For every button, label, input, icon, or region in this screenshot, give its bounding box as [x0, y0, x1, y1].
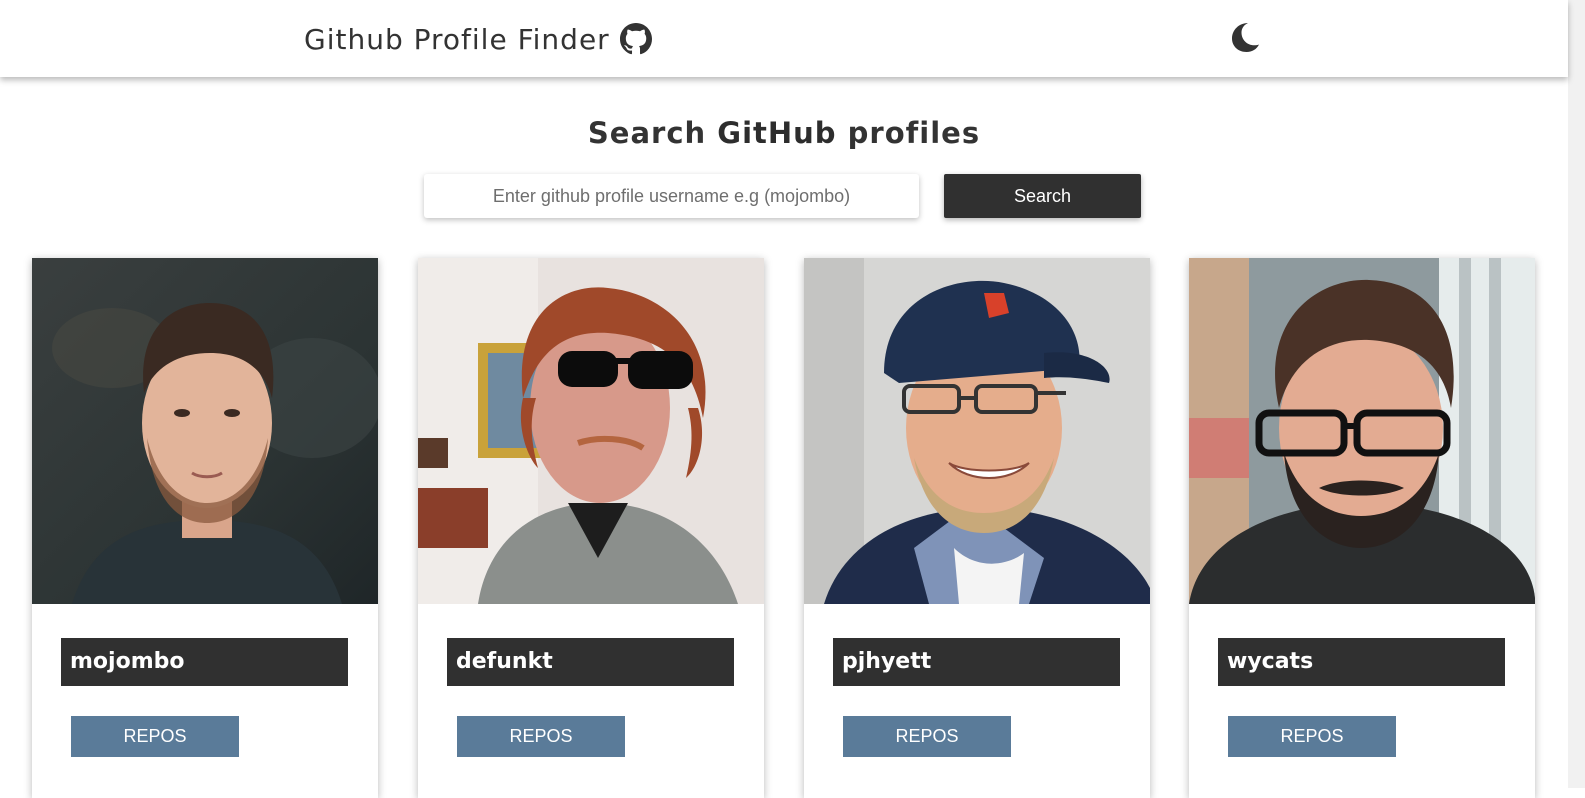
- profile-card: pjhyett REPOS: [804, 258, 1150, 798]
- repos-button[interactable]: REPOS: [1228, 716, 1396, 757]
- brand[interactable]: Github Profile Finder: [304, 20, 652, 58]
- repos-button[interactable]: REPOS: [843, 716, 1011, 757]
- avatar: [804, 258, 1150, 604]
- avatar: [1189, 258, 1535, 604]
- moon-icon[interactable]: [1228, 20, 1262, 54]
- username-label: defunkt: [447, 638, 734, 686]
- username-label: mojombo: [61, 638, 348, 686]
- page-title: Search GitHub profiles: [587, 116, 981, 150]
- repos-button[interactable]: REPOS: [71, 716, 239, 757]
- profile-card: wycats REPOS: [1189, 258, 1535, 798]
- search-button[interactable]: Search: [944, 174, 1141, 218]
- page-scrollbar[interactable]: [1568, 0, 1585, 788]
- avatar: [32, 258, 378, 604]
- username-label: pjhyett: [833, 638, 1120, 686]
- repos-button[interactable]: REPOS: [457, 716, 625, 757]
- username-label: wycats: [1218, 638, 1505, 686]
- top-navbar: Github Profile Finder: [0, 0, 1568, 77]
- search-input[interactable]: [424, 174, 919, 218]
- app-title: Github Profile Finder: [304, 22, 610, 56]
- profile-card: defunkt REPOS: [418, 258, 764, 798]
- github-icon: [619, 23, 652, 55]
- avatar: [418, 258, 764, 604]
- profile-card: mojombo REPOS: [32, 258, 378, 798]
